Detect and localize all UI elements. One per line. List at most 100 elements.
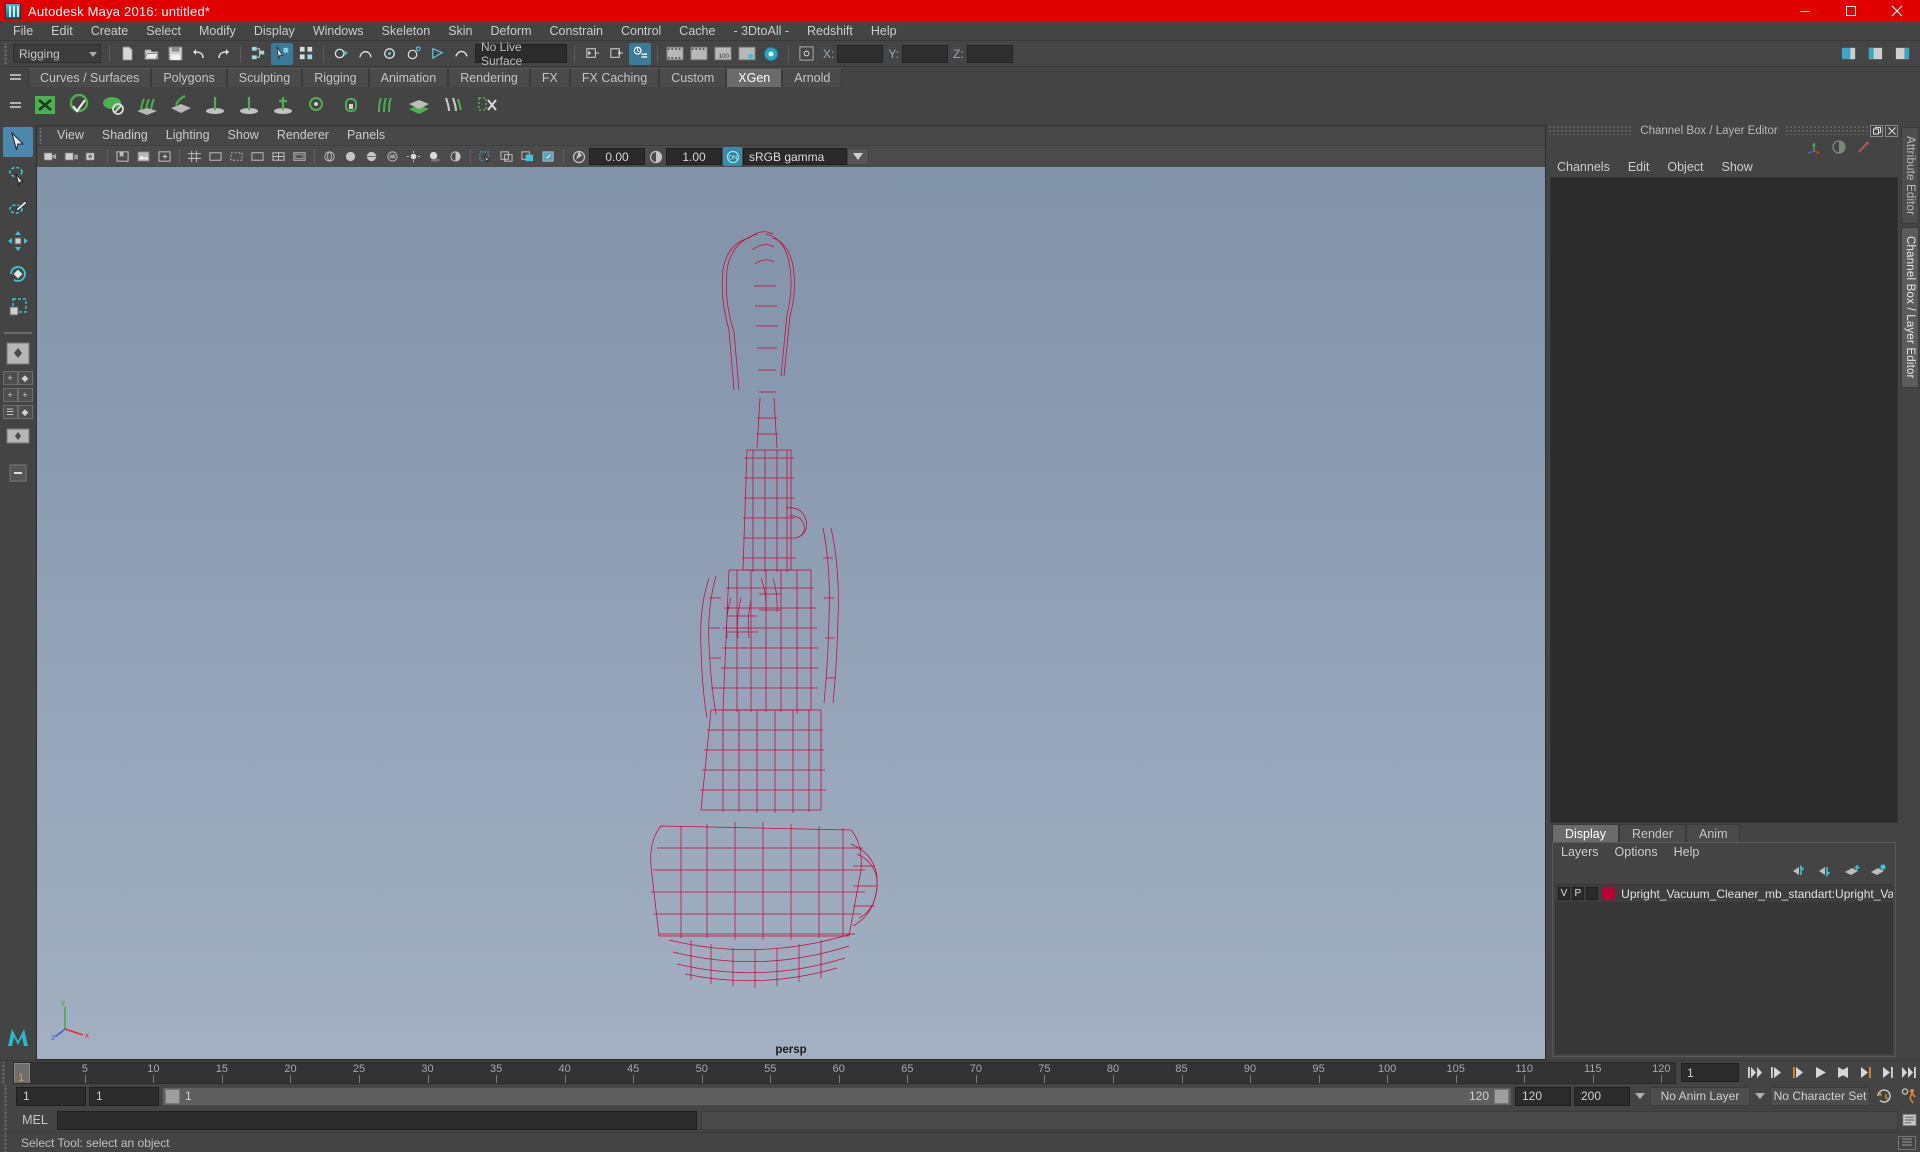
xgen-add-icon[interactable]	[199, 89, 231, 121]
move-tool[interactable]	[3, 226, 33, 256]
go-to-end-icon[interactable]	[1898, 1063, 1920, 1083]
shelf-tab-arnold[interactable]: Arnold	[782, 68, 843, 87]
layout-quad-tl[interactable]: +	[2, 371, 18, 385]
command-language-label[interactable]: MEL	[13, 1113, 57, 1127]
show-outliner-icon[interactable]	[605, 43, 627, 65]
camera-attributes-icon[interactable]	[83, 147, 102, 166]
xgen-region-icon[interactable]	[403, 89, 435, 121]
bookmarks-icon[interactable]	[113, 147, 132, 166]
sidebar-toggle-attribute-icon[interactable]	[1837, 43, 1859, 65]
range-slider-bar[interactable]: 1 120	[162, 1086, 1512, 1106]
animation-start-time-field[interactable]: 1	[16, 1086, 86, 1106]
layer-editor-menu-options[interactable]: Options	[1607, 843, 1666, 862]
menu-set-selector[interactable]: Rigging	[13, 44, 101, 63]
viewport-menu-shading[interactable]: Shading	[93, 126, 157, 145]
panel-close-icon[interactable]	[1885, 124, 1899, 137]
layer-editor-menu-help[interactable]: Help	[1666, 843, 1708, 862]
menu-windows[interactable]: Windows	[304, 22, 373, 40]
tab-attribute-editor[interactable]: Attribute Editor	[1901, 127, 1919, 225]
anim-layer-dropdown[interactable]: No Anim Layer	[1650, 1086, 1750, 1106]
layout-quad-bl[interactable]: +	[2, 388, 18, 402]
layout-quad-tr[interactable]: ◆	[17, 371, 33, 385]
dock-drag-handle-right[interactable]	[1784, 126, 1871, 135]
four-view-layout-icon[interactable]: + ◆	[2, 371, 34, 385]
paint-select-tool[interactable]	[3, 193, 33, 223]
layer-visibility-toggle[interactable]: V	[1558, 887, 1570, 900]
xgen-add-guides-icon[interactable]	[131, 89, 163, 121]
coord-z-field[interactable]	[966, 44, 1013, 63]
xgen-lock-icon[interactable]	[267, 89, 299, 121]
resize-grip-icon[interactable]	[1898, 1135, 1916, 1150]
step-forward-frame-icon[interactable]	[1854, 1063, 1876, 1083]
xgen-cut-icon[interactable]	[471, 89, 503, 121]
play-forwards-icon[interactable]	[1832, 1063, 1854, 1083]
xgen-editor-icon[interactable]	[29, 89, 61, 121]
shelf-tab-sculpting[interactable]: Sculpting	[226, 68, 303, 87]
scale-tool[interactable]	[3, 292, 33, 322]
menu-select[interactable]: Select	[137, 22, 190, 40]
menu-help[interactable]: Help	[862, 22, 906, 40]
shelf-tab-polygons[interactable]: Polygons	[151, 68, 227, 87]
move-layer-up-icon[interactable]	[1792, 864, 1809, 880]
layer-editor-tab-render[interactable]: Render	[1619, 824, 1686, 842]
undock-icon[interactable]	[1870, 124, 1884, 137]
open-scene-icon[interactable]	[140, 43, 162, 65]
tool-settings-icon[interactable]	[1856, 139, 1872, 158]
layer-row[interactable]: V P Upright_Vacuum_Cleaner_mb_standart:U…	[1555, 885, 1893, 902]
minimize-layout-icon[interactable]	[3, 459, 33, 487]
menu-display[interactable]: Display	[245, 22, 304, 40]
snap-to-point-icon[interactable]	[378, 43, 400, 65]
wireframe-icon[interactable]	[320, 147, 339, 166]
redo-icon[interactable]	[212, 43, 234, 65]
layer-editor-menu-layers[interactable]: Layers	[1553, 843, 1607, 862]
live-surface-field[interactable]: No Live Surface	[475, 40, 567, 68]
textured-icon[interactable]	[383, 147, 402, 166]
layer-list[interactable]: V P Upright_Vacuum_Cleaner_mb_standart:U…	[1555, 884, 1893, 1054]
close-icon[interactable]	[1874, 0, 1920, 22]
new-layer-from-selected-icon[interactable]	[1870, 864, 1887, 880]
lock-camera-icon[interactable]	[62, 147, 81, 166]
ao-icon[interactable]	[446, 147, 465, 166]
shelf-tab-fx[interactable]: FX	[529, 68, 570, 87]
minimize-icon[interactable]	[1782, 0, 1828, 22]
coord-y-field[interactable]	[902, 44, 949, 63]
ipr-render-icon[interactable]	[688, 43, 710, 65]
sidebar-toggle-tool-icon[interactable]	[1864, 43, 1886, 65]
script-editor-icon[interactable]	[1898, 1111, 1920, 1130]
xgen-sculpt-guide-icon[interactable]	[165, 89, 197, 121]
exposure-icon[interactable]	[569, 147, 588, 166]
status-bar-grip[interactable]	[2, 1131, 11, 1152]
menu-edit[interactable]: Edit	[42, 22, 82, 40]
undo-icon[interactable]	[188, 43, 210, 65]
sidebar-toggle-channel-icon[interactable]	[1891, 43, 1913, 65]
layout-outliner[interactable]: ☰	[2, 405, 18, 419]
command-line-grip[interactable]	[2, 1109, 11, 1131]
field-chart-icon[interactable]	[269, 147, 288, 166]
layout-persp[interactable]: ◆	[17, 405, 33, 419]
range-slider-left-handle[interactable]	[165, 1088, 180, 1104]
viewport-menu-renderer[interactable]: Renderer	[268, 126, 338, 145]
xgen-clump-icon[interactable]	[369, 89, 401, 121]
play-backwards-icon[interactable]	[1810, 1063, 1832, 1083]
layer-editor-tab-anim[interactable]: Anim	[1686, 824, 1741, 842]
xgen-comb-icon[interactable]	[301, 89, 333, 121]
lasso-select-tool[interactable]	[3, 160, 33, 190]
menu-file[interactable]: File	[4, 22, 42, 40]
color-space-chevron-down-icon[interactable]	[847, 148, 869, 165]
color-space-field[interactable]: sRGB gamma	[743, 148, 847, 165]
snap-to-curve-icon[interactable]	[354, 43, 376, 65]
time-slider-track[interactable]: 1 5 10 15 20 25 30 35 40 45 50 55 60 65 70 75 80 85 90 95 1…	[13, 1061, 1676, 1084]
character-set-dropdown[interactable]: No Character Set	[1770, 1086, 1870, 1106]
grid-toggle-icon[interactable]	[185, 147, 204, 166]
statusline-grip[interactable]	[2, 42, 11, 65]
image-plane-icon[interactable]	[134, 147, 153, 166]
film-gate-icon[interactable]	[206, 147, 225, 166]
range-slider-grip[interactable]	[2, 1085, 11, 1107]
xray-joints-icon[interactable]	[518, 147, 537, 166]
shelf-tab-curves-surfaces[interactable]: Curves / Surfaces	[28, 68, 152, 87]
maximize-icon[interactable]	[1828, 0, 1874, 22]
persp-graph-layout-icon[interactable]	[3, 422, 33, 450]
viewport-menu-panels[interactable]: Panels	[338, 126, 394, 145]
layer-state-toggle[interactable]	[1585, 887, 1598, 900]
menu-deform[interactable]: Deform	[482, 22, 541, 40]
